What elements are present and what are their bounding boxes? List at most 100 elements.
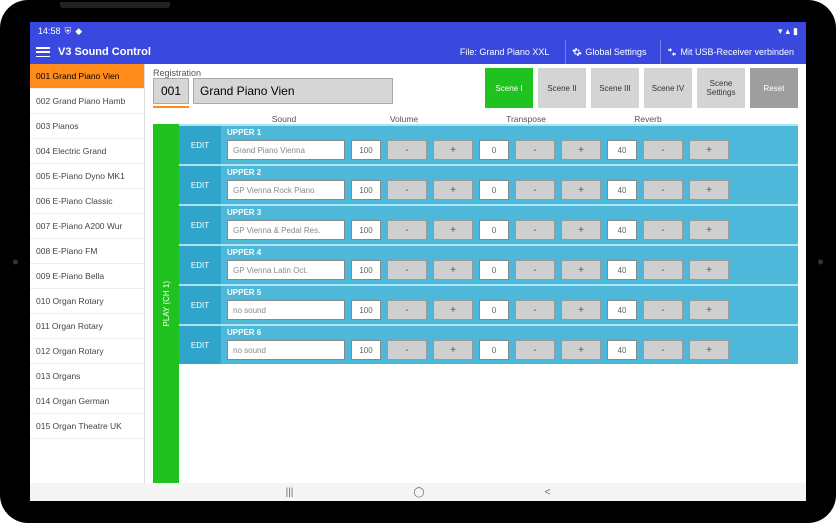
sidebar-item-12[interactable]: 013 Organs <box>30 364 144 389</box>
volume-plus-4[interactable]: + <box>433 300 473 320</box>
volume-plus-3[interactable]: + <box>433 260 473 280</box>
scene-button-4[interactable]: Scene Settings <box>697 68 745 108</box>
scene-button-1[interactable]: Scene II <box>538 68 586 108</box>
sidebar-item-1[interactable]: 002 Grand Piano Hamb <box>30 89 144 114</box>
transpose-minus-2[interactable]: - <box>515 220 555 240</box>
scene-button-0[interactable]: Scene I <box>485 68 533 108</box>
volume-plus-1[interactable]: + <box>433 180 473 200</box>
volume-plus-2[interactable]: + <box>433 220 473 240</box>
transpose-plus-4[interactable]: + <box>561 300 601 320</box>
volume-value-0: 100 <box>351 140 381 160</box>
reverb-value-4: 40 <box>607 300 637 320</box>
sidebar-item-4[interactable]: 005 E-Piano Dyno MK1 <box>30 164 144 189</box>
volume-minus-4[interactable]: - <box>387 300 427 320</box>
edit-button-1[interactable]: EDIT <box>179 166 221 204</box>
sound-input-0[interactable] <box>227 140 345 160</box>
menu-icon[interactable] <box>36 47 50 57</box>
usb-connect-button[interactable]: Mit USB-Receiver verbinden <box>660 40 800 64</box>
edit-button-3[interactable]: EDIT <box>179 246 221 284</box>
file-label: File: Grand Piano XXL <box>460 47 550 57</box>
global-settings-button[interactable]: Global Settings <box>565 40 652 64</box>
reverb-plus-3[interactable]: + <box>689 260 729 280</box>
sound-row-3: EDITUPPER 4100-+0-+40-+ <box>179 244 798 284</box>
transpose-plus-1[interactable]: + <box>561 180 601 200</box>
edit-button-4[interactable]: EDIT <box>179 286 221 324</box>
sound-row-1: EDITUPPER 2100-+0-+40-+ <box>179 164 798 204</box>
row-label: UPPER 3 <box>227 208 792 217</box>
reverb-plus-1[interactable]: + <box>689 180 729 200</box>
registration-number[interactable]: 001 <box>153 78 189 104</box>
transpose-plus-5[interactable]: + <box>561 340 601 360</box>
sidebar-item-13[interactable]: 014 Organ German <box>30 389 144 414</box>
scene-button-5[interactable]: Reset <box>750 68 798 108</box>
edit-button-0[interactable]: EDIT <box>179 126 221 164</box>
volume-value-3: 100 <box>351 260 381 280</box>
volume-minus-2[interactable]: - <box>387 220 427 240</box>
sidebar-item-11[interactable]: 012 Organ Rotary <box>30 339 144 364</box>
reverb-plus-0[interactable]: + <box>689 140 729 160</box>
sound-row-4: EDITUPPER 5100-+0-+40-+ <box>179 284 798 324</box>
volume-value-5: 100 <box>351 340 381 360</box>
sidebar-item-14[interactable]: 015 Organ Theatre UK <box>30 414 144 439</box>
sound-row-2: EDITUPPER 3100-+0-+40-+ <box>179 204 798 244</box>
reverb-minus-4[interactable]: - <box>643 300 683 320</box>
sound-input-1[interactable] <box>227 180 345 200</box>
volume-value-1: 100 <box>351 180 381 200</box>
row-label: UPPER 4 <box>227 248 792 257</box>
sidebar-item-2[interactable]: 003 Pianos <box>30 114 144 139</box>
reverb-minus-1[interactable]: - <box>643 180 683 200</box>
edit-button-2[interactable]: EDIT <box>179 206 221 244</box>
transpose-plus-2[interactable]: + <box>561 220 601 240</box>
sidebar-item-5[interactable]: 006 E-Piano Classic <box>30 189 144 214</box>
sound-input-2[interactable] <box>227 220 345 240</box>
app-title: V3 Sound Control <box>58 46 151 58</box>
reverb-plus-4[interactable]: + <box>689 300 729 320</box>
transpose-minus-3[interactable]: - <box>515 260 555 280</box>
registration-name[interactable]: Grand Piano Vien <box>193 78 393 104</box>
home-icon[interactable]: ◯ <box>413 487 424 498</box>
volume-minus-3[interactable]: - <box>387 260 427 280</box>
sound-input-4[interactable] <box>227 300 345 320</box>
recent-apps-icon[interactable]: ||| <box>286 487 294 498</box>
sidebar-item-8[interactable]: 009 E-Piano Bella <box>30 264 144 289</box>
transpose-minus-4[interactable]: - <box>515 300 555 320</box>
volume-minus-5[interactable]: - <box>387 340 427 360</box>
sidebar-item-3[interactable]: 004 Electric Grand <box>30 139 144 164</box>
sound-row-0: EDITUPPER 1100-+0-+40-+ <box>179 124 798 164</box>
volume-plus-5[interactable]: + <box>433 340 473 360</box>
volume-minus-1[interactable]: - <box>387 180 427 200</box>
sidebar-item-10[interactable]: 011 Organ Rotary <box>30 314 144 339</box>
sound-row-5: EDITUPPER 6100-+0-+40-+ <box>179 324 798 364</box>
transpose-minus-5[interactable]: - <box>515 340 555 360</box>
transpose-minus-1[interactable]: - <box>515 180 555 200</box>
play-channel-button[interactable]: PLAY (CH 1) <box>153 124 179 483</box>
edit-button-5[interactable]: EDIT <box>179 326 221 364</box>
sidebar-item-0[interactable]: 001 Grand Piano Vien <box>30 64 144 89</box>
sound-input-5[interactable] <box>227 340 345 360</box>
reverb-minus-3[interactable]: - <box>643 260 683 280</box>
reverb-minus-5[interactable]: - <box>643 340 683 360</box>
back-icon[interactable]: < <box>545 487 551 498</box>
sound-input-3[interactable] <box>227 260 345 280</box>
transpose-plus-3[interactable]: + <box>561 260 601 280</box>
transpose-plus-0[interactable]: + <box>561 140 601 160</box>
reverb-plus-5[interactable]: + <box>689 340 729 360</box>
volume-plus-0[interactable]: + <box>433 140 473 160</box>
reverb-value-2: 40 <box>607 220 637 240</box>
transpose-minus-0[interactable]: - <box>515 140 555 160</box>
scene-button-2[interactable]: Scene III <box>591 68 639 108</box>
sidebar-item-7[interactable]: 008 E-Piano FM <box>30 239 144 264</box>
scene-button-3[interactable]: Scene IV <box>644 68 692 108</box>
status-time: 14:58 <box>38 26 61 36</box>
battery-icon: ▮ <box>793 26 798 37</box>
reverb-minus-0[interactable]: - <box>643 140 683 160</box>
reverb-plus-2[interactable]: + <box>689 220 729 240</box>
sidebar-item-9[interactable]: 010 Organ Rotary <box>30 289 144 314</box>
volume-minus-0[interactable]: - <box>387 140 427 160</box>
app-header: V3 Sound Control File: Grand Piano XXL G… <box>30 40 806 64</box>
android-status-bar: 14:58 ⛨ ◆ ▾ ▴ ▮ <box>30 22 806 40</box>
wifi-icon: ▾ <box>778 26 783 37</box>
sidebar-item-6[interactable]: 007 E-Piano A200 Wur <box>30 214 144 239</box>
reverb-minus-2[interactable]: - <box>643 220 683 240</box>
row-label: UPPER 1 <box>227 128 792 137</box>
